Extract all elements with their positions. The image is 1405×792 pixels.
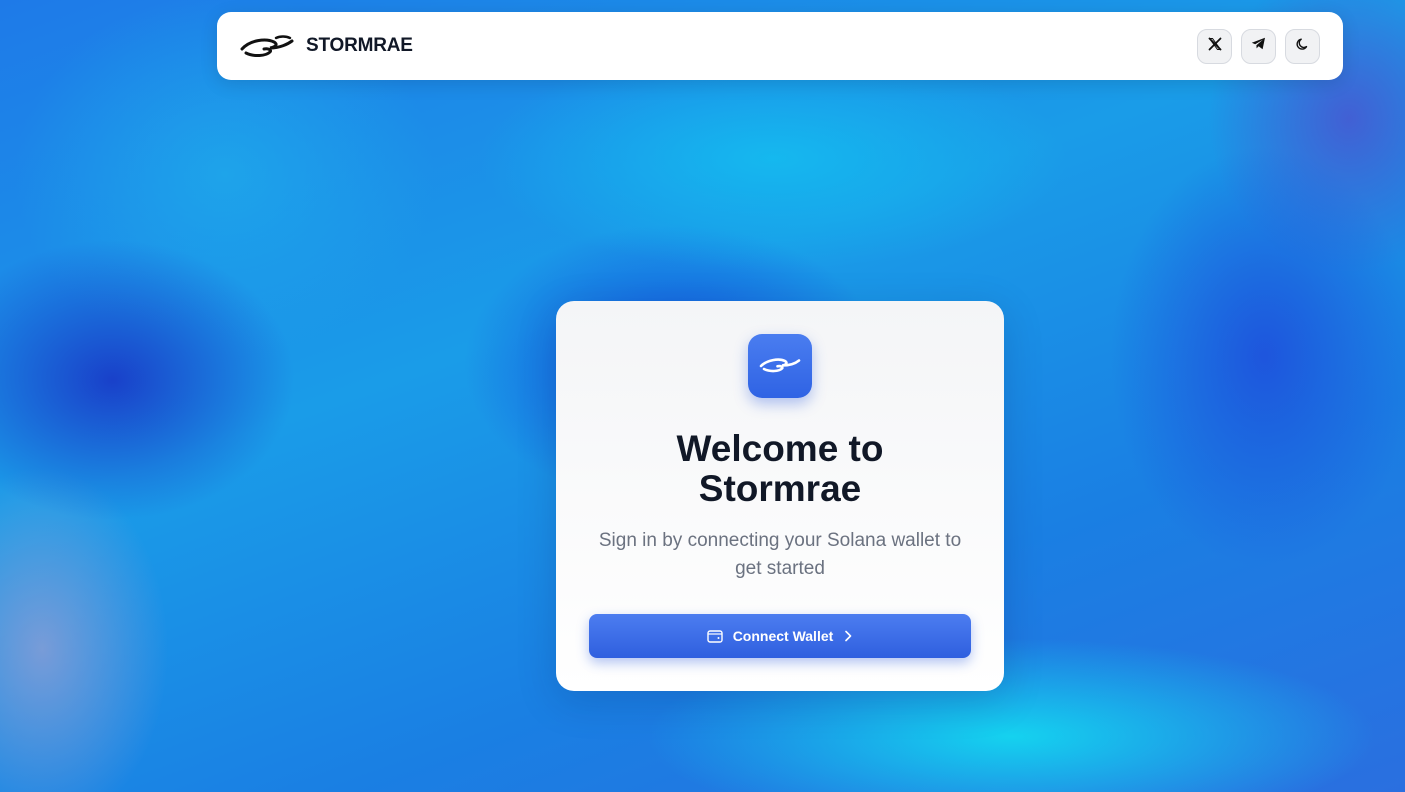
chevron-right-icon [843, 630, 853, 642]
brand-name: STORMRAE [306, 35, 413, 56]
brand[interactable]: STORMRAE [240, 32, 413, 60]
welcome-card: Welcome to Stormrae Sign in by connectin… [556, 301, 1004, 691]
welcome-subtitle: Sign in by connecting your Solana wallet… [598, 530, 962, 579]
stormrae-logo-icon [240, 32, 294, 60]
x-twitter-icon [1208, 37, 1222, 56]
x-twitter-button[interactable] [1197, 28, 1232, 64]
moon-icon [1295, 37, 1310, 56]
welcome-title: Welcome to Stormrae [676, 428, 884, 509]
app-logo-tile [748, 334, 812, 398]
telegram-button[interactable] [1241, 28, 1276, 64]
wallet-icon [706, 629, 723, 643]
top-navbar: STORMRAE [217, 12, 1343, 80]
theme-toggle-button[interactable] [1285, 28, 1320, 64]
stormrae-logo-icon [759, 353, 801, 380]
connect-wallet-button[interactable]: Connect Wallet [589, 614, 971, 658]
connect-wallet-label: Connect Wallet [732, 628, 834, 644]
telegram-icon [1251, 37, 1266, 55]
header-actions [1197, 28, 1320, 64]
